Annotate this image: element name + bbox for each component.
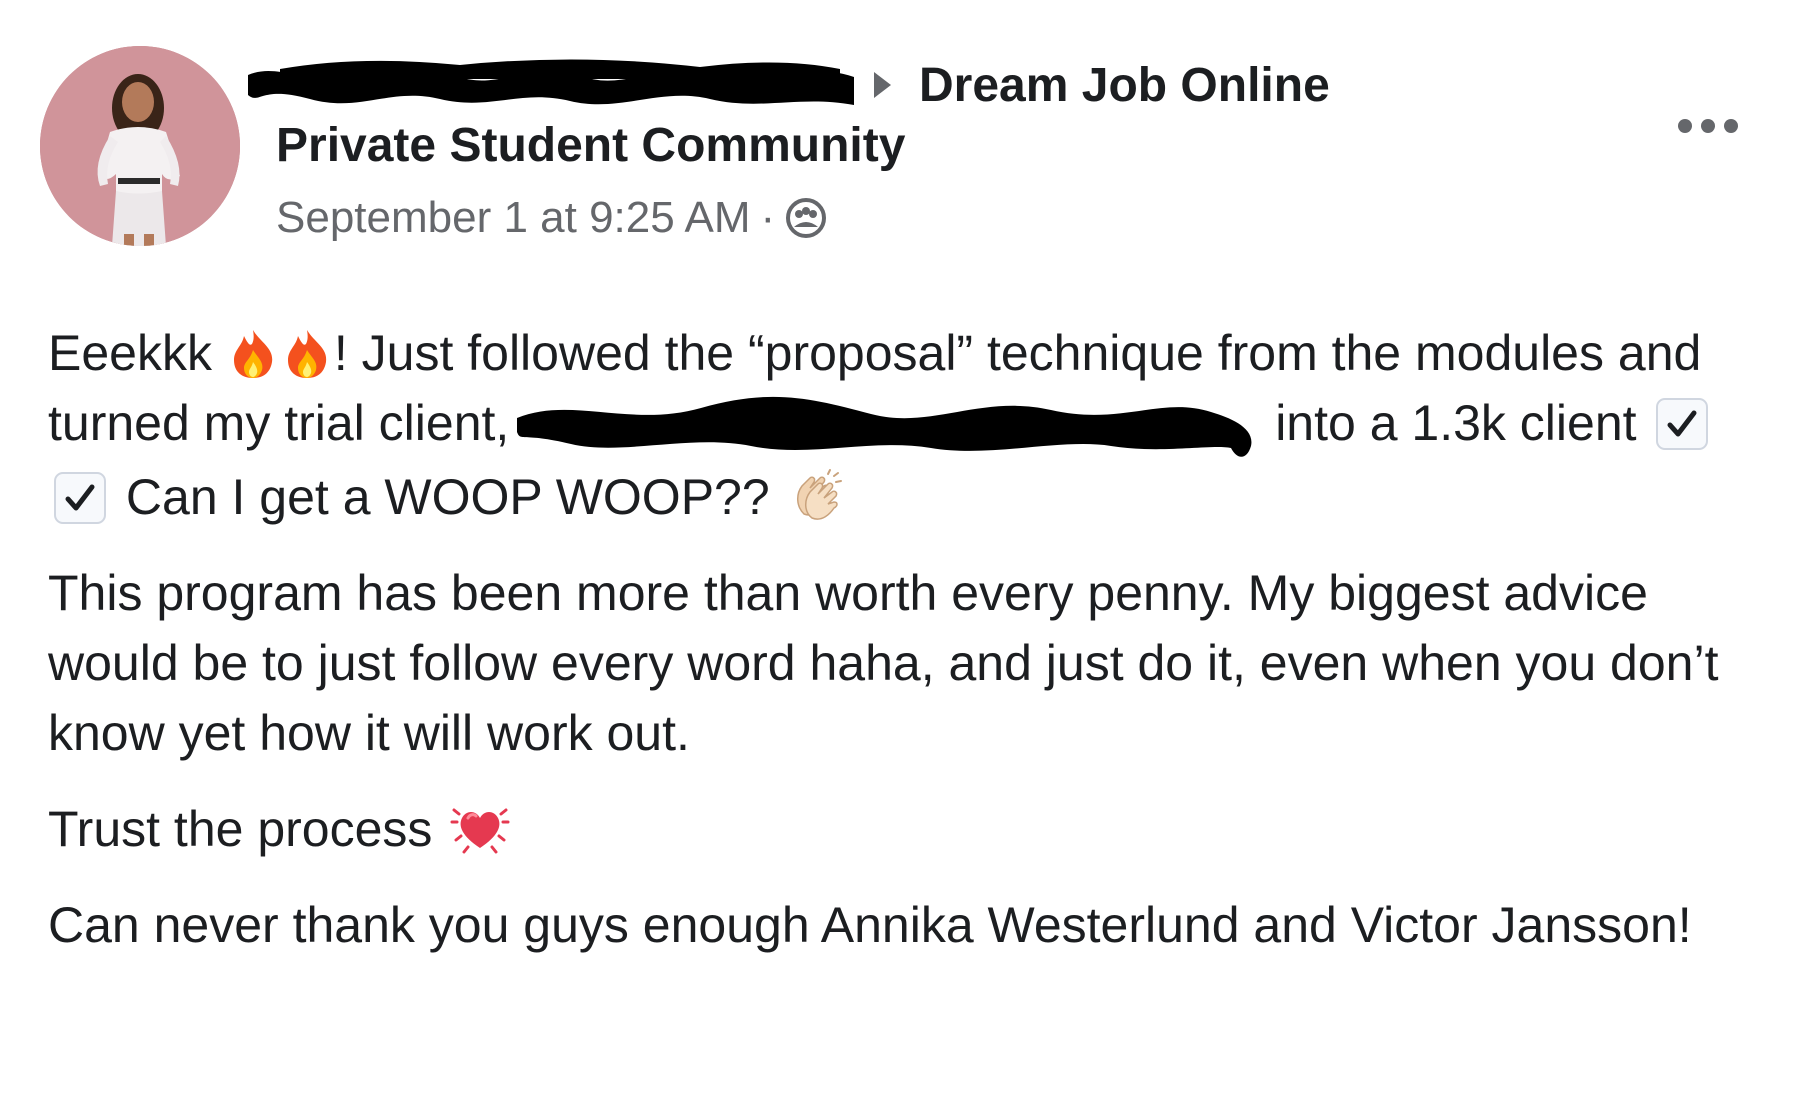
text-woop-woop: Can I get a WOOP WOOP?? — [125, 469, 770, 525]
author-avatar[interactable] — [40, 46, 240, 246]
post-timestamp[interactable]: September 1 at 9:25 AM — [276, 193, 751, 243]
members-icon[interactable] — [785, 197, 827, 239]
group-name-link[interactable]: Dream Job Online — [919, 58, 1330, 113]
post-paragraph-1: Eeekkk ! Just followed the “proposal” te… — [48, 318, 1768, 532]
more-options-button[interactable] — [1668, 104, 1748, 148]
check-mark-emoji — [1656, 398, 1709, 450]
post-paragraph-2: This program has been more than worth ev… — [48, 565, 1719, 761]
clapping-hands-emoji — [788, 468, 844, 524]
post-header-title: Dream Job Online — [240, 55, 1330, 115]
group-subtitle[interactable]: Private Student Community — [276, 118, 905, 173]
meta-separator: · — [760, 193, 776, 242]
text-into-client: into a 1.3k client — [1275, 395, 1637, 451]
text-eeekkk: Eeekkk — [48, 325, 212, 381]
more-options-icon — [1678, 119, 1738, 133]
facebook-group-post: Dream Job Online Private Student Communi… — [0, 0, 1806, 1098]
post-meta: September 1 at 9:25 AM · — [276, 190, 827, 246]
post-body: Eeekkk ! Just followed the “proposal” te… — [48, 318, 1768, 960]
post-paragraph-3: Trust the process — [48, 794, 1768, 864]
caret-right-icon — [874, 72, 891, 98]
fire-emoji — [284, 328, 330, 380]
beating-heart-emoji — [450, 800, 510, 856]
check-mark-emoji — [54, 472, 106, 524]
redacted-client-name — [511, 388, 1261, 462]
redacted-author-name — [240, 55, 860, 115]
fire-emoji — [230, 328, 276, 380]
text-trust-the-process: Trust the process — [48, 801, 433, 857]
post-paragraph-4: Can never thank you guys enough Annika W… — [48, 897, 1692, 953]
